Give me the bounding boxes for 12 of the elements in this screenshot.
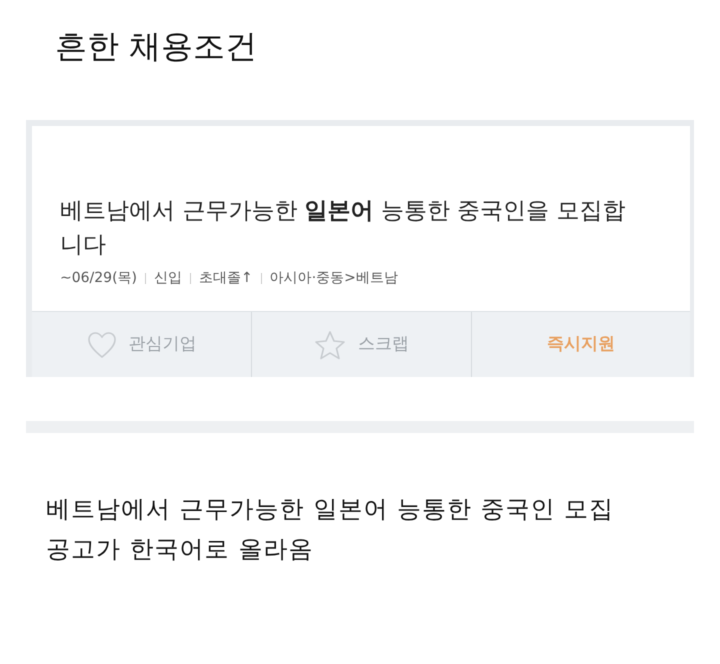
heart-button[interactable]: 관심기업 xyxy=(32,312,252,377)
star-icon xyxy=(314,330,346,360)
job-meta: 아시아·중동>베트남 xyxy=(270,269,398,288)
caption: 베트남에서 근무가능한 일본어 능통한 중국인 모집 공고가 한국어로 올라옴 xyxy=(46,494,616,565)
apply-button[interactable]: 즉시지원 xyxy=(470,312,690,377)
job-meta: ~06/29(목) xyxy=(60,269,137,288)
job-title: 베트남에서 근무가능한 일본어 능통한 중국인을 모집합니다 xyxy=(60,197,627,260)
heading: 흔한 채용조건 xyxy=(55,30,258,62)
heart-icon xyxy=(86,330,117,358)
job-meta: 신입 xyxy=(154,269,182,288)
star-button[interactable]: 스크랩 xyxy=(251,312,471,377)
job-meta: 초대졸↑ xyxy=(199,269,253,288)
